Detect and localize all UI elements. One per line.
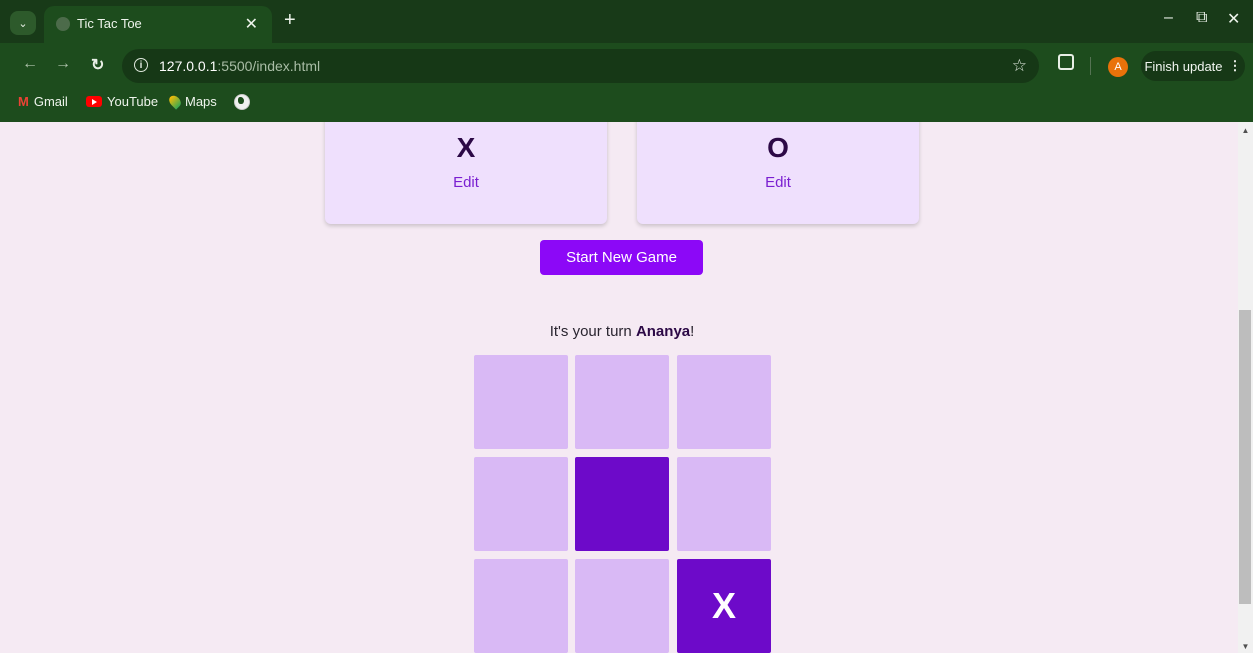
board-cell-8[interactable] bbox=[575, 559, 669, 653]
edit-player-button[interactable]: Edit bbox=[325, 174, 607, 191]
tab-strip: ⌄ Tic Tac Toe ✕ + – ⧉ ✕ bbox=[0, 0, 1253, 43]
board-cell-1[interactable] bbox=[474, 355, 568, 449]
youtube-icon bbox=[86, 96, 102, 107]
extensions-icon[interactable] bbox=[1058, 54, 1074, 70]
tab-search-button[interactable]: ⌄ bbox=[10, 11, 36, 35]
tab-tic-tac-toe[interactable]: Tic Tac Toe ✕ bbox=[44, 6, 272, 43]
restore-icon[interactable]: ⧉ bbox=[1196, 9, 1207, 27]
maps-icon bbox=[166, 93, 184, 110]
bookmark-label: Gmail bbox=[33, 94, 68, 109]
address-bar[interactable]: i 127.0.0.1:5500/index.html ☆ bbox=[122, 49, 1039, 83]
board-cell-3[interactable] bbox=[677, 355, 771, 449]
url-text: 127.0.0.1:5500/index.html bbox=[159, 58, 321, 74]
globe-icon bbox=[234, 94, 250, 110]
game-board: X bbox=[474, 355, 772, 653]
board-cell-9[interactable]: X bbox=[677, 559, 771, 653]
page-viewport: X Edit O Edit Start New Game It's your t… bbox=[0, 122, 1238, 653]
browser-chrome: ⌄ Tic Tac Toe ✕ + – ⧉ ✕ ← → ↻ i 127.0.0.… bbox=[0, 0, 1253, 122]
player-symbol: O bbox=[767, 132, 789, 163]
menu-kebab-icon: ⋮ bbox=[1228, 58, 1242, 73]
board-cell-2[interactable] bbox=[575, 355, 669, 449]
back-icon[interactable]: ← bbox=[22, 55, 38, 73]
reload-icon[interactable]: ↻ bbox=[91, 55, 104, 75]
bookmark-gmail[interactable]: M Gmail bbox=[18, 94, 68, 109]
bookmark-label: Maps bbox=[185, 94, 217, 109]
turn-message: It's your turn Ananya! bbox=[549, 323, 695, 340]
current-player-name: Ananya bbox=[635, 323, 691, 340]
vertical-scrollbar[interactable]: ▲ ▼ bbox=[1238, 122, 1253, 653]
new-tab-button[interactable]: + bbox=[284, 9, 296, 32]
bookmark-star-icon[interactable]: ☆ bbox=[1012, 56, 1027, 76]
scrollbar-thumb[interactable] bbox=[1239, 310, 1251, 604]
finish-update-button[interactable]: Finish update ⋮ bbox=[1141, 51, 1245, 81]
site-info-icon[interactable]: i bbox=[134, 58, 148, 72]
toolbar-divider bbox=[1090, 57, 1091, 75]
navigation-bar: ← → ↻ i 127.0.0.1:5500/index.html ☆ A Fi… bbox=[0, 43, 1253, 88]
board-cell-6[interactable] bbox=[677, 457, 771, 551]
bookmark-label: YouTube bbox=[107, 94, 159, 109]
minimize-icon[interactable]: – bbox=[1164, 9, 1173, 27]
bookmark-youtube[interactable]: YouTube bbox=[86, 94, 158, 109]
finish-update-label: Finish update bbox=[1144, 58, 1223, 74]
player-symbol: X bbox=[456, 132, 476, 163]
profile-avatar[interactable]: A bbox=[1108, 57, 1128, 77]
bookmark-maps[interactable]: Maps bbox=[166, 93, 217, 110]
board-cell-4[interactable] bbox=[474, 457, 568, 551]
gmail-icon: M bbox=[18, 94, 29, 109]
close-tab-icon[interactable]: ✕ bbox=[245, 14, 258, 34]
favicon-icon bbox=[56, 17, 70, 31]
edit-player-button[interactable]: Edit bbox=[637, 174, 919, 191]
window-close-icon[interactable]: ✕ bbox=[1227, 9, 1240, 29]
tab-title: Tic Tac Toe bbox=[77, 16, 142, 31]
bookmarks-bar: M Gmail YouTube Maps bbox=[0, 88, 1253, 118]
player-card-o: O Edit bbox=[637, 122, 919, 224]
bookmark-globe[interactable] bbox=[234, 94, 250, 110]
scroll-up-arrow-icon[interactable]: ▲ bbox=[1238, 126, 1253, 135]
chevron-down-icon: ⌄ bbox=[18, 17, 28, 30]
forward-icon[interactable]: → bbox=[55, 55, 71, 73]
board-cell-7[interactable] bbox=[474, 559, 568, 653]
player-card-x: X Edit bbox=[325, 122, 607, 224]
start-new-game-button[interactable]: Start New Game bbox=[540, 240, 703, 275]
scroll-down-arrow-icon[interactable]: ▼ bbox=[1238, 642, 1253, 651]
board-cell-5[interactable] bbox=[575, 457, 669, 551]
